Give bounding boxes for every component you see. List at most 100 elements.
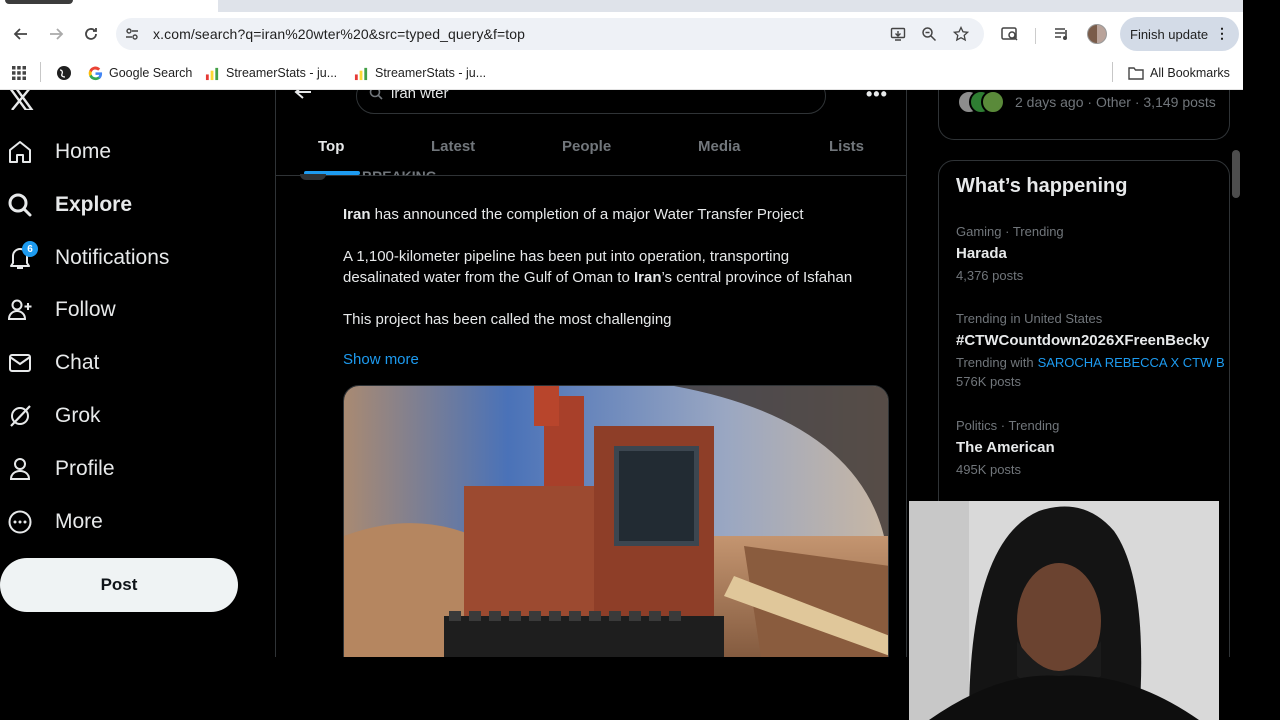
trend-name: #CTWCountdown2026XFreenBecky bbox=[956, 332, 1210, 349]
nav-label: Profile bbox=[55, 457, 115, 480]
tweet-text: Iran has announced the completion of a m… bbox=[343, 204, 863, 351]
excavator-photo bbox=[344, 386, 888, 657]
nav-label: Chat bbox=[55, 351, 100, 374]
kebab-menu-icon[interactable]: ⋮ bbox=[1215, 25, 1229, 42]
trending-with-label: Trending with bbox=[956, 355, 1034, 370]
finish-update-label: Finish update bbox=[1130, 26, 1209, 42]
bookmark-label: StreamerStats - ju... bbox=[226, 66, 338, 80]
tweet-media-image[interactable] bbox=[343, 385, 889, 657]
search-icon bbox=[6, 191, 34, 219]
tab-strip bbox=[0, 0, 1243, 12]
trend-item[interactable]: Gaming · Trending Harada 4,376 posts bbox=[956, 224, 1243, 284]
bookmark-google-search[interactable]: Google Search bbox=[88, 64, 192, 82]
nav-chat[interactable]: Chat bbox=[6, 343, 99, 383]
show-more-link[interactable]: Show more bbox=[343, 351, 419, 368]
avatar bbox=[981, 90, 1005, 114]
reload-icon[interactable] bbox=[79, 22, 103, 46]
tab-latest[interactable]: Latest bbox=[431, 138, 475, 155]
all-bookmarks[interactable]: All Bookmarks bbox=[1128, 64, 1230, 82]
bookmark-streamerstats-1[interactable]: StreamerStats - ju... bbox=[205, 64, 337, 82]
site-settings-icon[interactable] bbox=[122, 24, 142, 44]
mail-icon bbox=[6, 349, 34, 377]
bold-text: Iran bbox=[343, 206, 371, 223]
tweet-paragraph: This project has been called the most ch… bbox=[343, 311, 672, 328]
x-logo-icon[interactable] bbox=[8, 90, 35, 117]
nav-more[interactable]: More bbox=[6, 502, 103, 542]
nav-explore[interactable]: Explore bbox=[6, 185, 132, 225]
globe-icon[interactable] bbox=[56, 64, 72, 82]
home-icon bbox=[6, 138, 34, 166]
back-arrow-icon[interactable] bbox=[294, 90, 312, 105]
tab-search-icon[interactable] bbox=[998, 22, 1022, 46]
bar-chart-icon bbox=[205, 67, 219, 80]
tab-top[interactable]: Top bbox=[318, 138, 344, 155]
webcam-overlay bbox=[909, 501, 1219, 720]
tweet-paragraph: Iran has announced the completion of a m… bbox=[343, 204, 863, 225]
author-avatar[interactable] bbox=[300, 174, 326, 180]
community-meta: 2 days ago · Other · 3,149 posts bbox=[1015, 94, 1216, 110]
nav-label: Home bbox=[55, 140, 112, 163]
nav-grok[interactable]: Grok bbox=[6, 396, 101, 436]
apps-grid-icon[interactable] bbox=[11, 64, 27, 82]
nav-home[interactable]: Home bbox=[6, 132, 111, 172]
bookmark-label: Google Search bbox=[109, 66, 193, 80]
trend-count: 4,376 posts bbox=[956, 268, 1024, 283]
search-input[interactable]: iran wter bbox=[356, 90, 826, 114]
trend-category: Trending in United States bbox=[956, 311, 1103, 326]
bookmark-label: StreamerStats - ju... bbox=[375, 66, 487, 80]
back-icon[interactable] bbox=[9, 22, 33, 46]
tab-media[interactable]: Media bbox=[698, 138, 741, 155]
search-icon bbox=[369, 90, 383, 105]
nav-profile[interactable]: Profile bbox=[6, 449, 115, 489]
bookmark-star-icon[interactable] bbox=[951, 24, 971, 44]
trend-name: The American bbox=[956, 439, 1055, 456]
post-button[interactable]: Post bbox=[0, 558, 238, 612]
bookmark-divider bbox=[1112, 62, 1113, 82]
text-span: has announced the completion of a major … bbox=[370, 206, 804, 223]
nav-label: Grok bbox=[55, 404, 101, 427]
trend-with: Trending with SAROCHA REBECCA X CTW B bbox=[956, 355, 1243, 371]
more-options-icon[interactable]: ••• bbox=[866, 90, 888, 105]
main-column: iran wter ••• Top Latest People Media Li… bbox=[276, 90, 907, 657]
profile-avatar[interactable] bbox=[1085, 22, 1109, 46]
media-controls-icon[interactable] bbox=[1050, 22, 1074, 46]
bookmarks-bar: Google Search StreamerStats - ju... Stre… bbox=[0, 56, 1243, 90]
page-scrollbar[interactable] bbox=[1232, 150, 1240, 198]
forward-icon[interactable] bbox=[44, 22, 68, 46]
browser-toolbar: x.com/search?q=iran%20wter%20&src=typed_… bbox=[0, 12, 1243, 56]
google-icon bbox=[88, 66, 103, 80]
toolbar-divider bbox=[1035, 28, 1036, 44]
trend-item[interactable]: Trending in United States #CTWCountdown2… bbox=[956, 311, 1243, 390]
trend-name: Harada bbox=[956, 245, 1007, 262]
trend-item[interactable]: Politics · Trending The American 495K po… bbox=[956, 418, 1243, 478]
community-card[interactable]: 2 days ago · Other · 3,149 posts bbox=[938, 90, 1230, 140]
url-text[interactable]: x.com/search?q=iran%20wter%20&src=typed_… bbox=[153, 26, 525, 42]
trend-category: Politics · Trending bbox=[956, 418, 1060, 433]
member-avatars bbox=[957, 90, 1007, 114]
tab-lists[interactable]: Lists bbox=[829, 138, 864, 155]
install-app-icon[interactable] bbox=[888, 24, 908, 44]
address-bar[interactable]: x.com/search?q=iran%20wter%20&src=typed_… bbox=[116, 18, 984, 50]
nav-notifications[interactable]: 6 Notifications bbox=[6, 238, 169, 278]
follow-icon bbox=[6, 296, 34, 324]
more-circle-icon bbox=[6, 508, 34, 536]
search-query: iran wter bbox=[391, 90, 449, 102]
person-icon bbox=[6, 455, 34, 483]
notification-badge: 6 bbox=[22, 241, 38, 257]
bookmark-streamerstats-2[interactable]: StreamerStats - ju... bbox=[354, 64, 486, 82]
trending-with-link[interactable]: SAROCHA REBECCA X CTW B bbox=[1038, 355, 1225, 370]
tweet-paragraph: A 1,100-kilometer pipeline has been put … bbox=[343, 246, 863, 288]
primary-nav: Home Explore 6 Notifications Follow Chat… bbox=[0, 90, 276, 657]
nav-follow[interactable]: Follow bbox=[6, 290, 116, 330]
trend-count: 495K posts bbox=[956, 462, 1022, 477]
bell-icon: 6 bbox=[6, 241, 38, 272]
bar-chart-icon bbox=[354, 67, 368, 80]
bold-text: Iran bbox=[633, 269, 662, 286]
tab-people[interactable]: People bbox=[562, 138, 611, 155]
trend-category: Gaming · Trending bbox=[956, 224, 1064, 239]
panel-title: What’s happening bbox=[956, 175, 1128, 197]
finish-update-button[interactable]: Finish update ⋮ bbox=[1120, 17, 1239, 51]
tweet-header-partial: BREAKING bbox=[362, 168, 437, 184]
zoom-icon[interactable] bbox=[919, 24, 939, 44]
all-bookmarks-label: All Bookmarks bbox=[1150, 66, 1230, 80]
